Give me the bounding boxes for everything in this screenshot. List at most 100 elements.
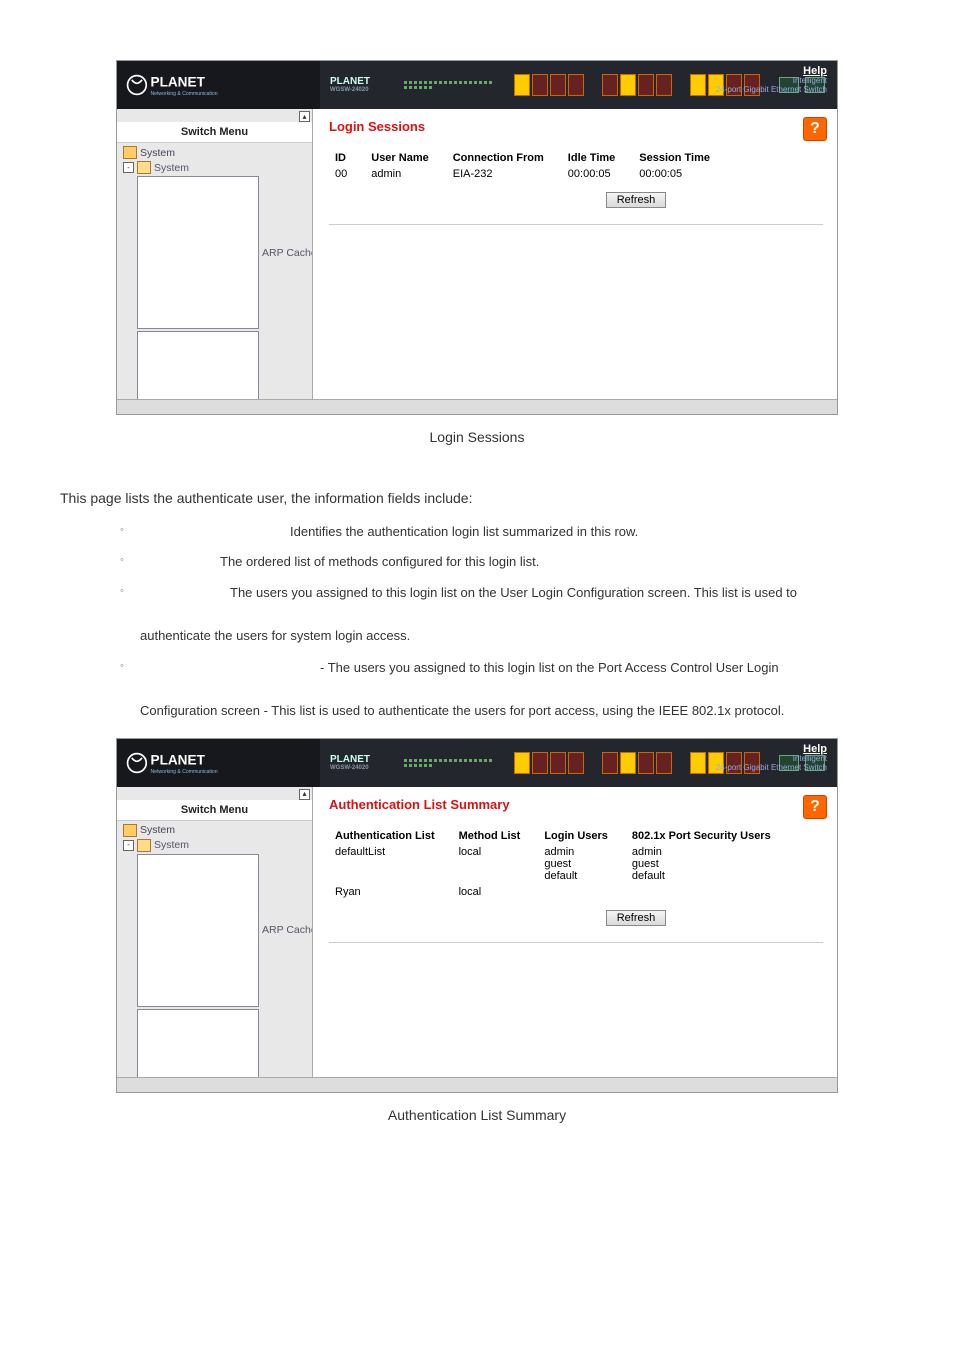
- cell-method: local: [453, 884, 539, 900]
- tree-system-folder[interactable]: -System: [121, 838, 312, 853]
- scroll-up-icon[interactable]: ▴: [299, 111, 310, 122]
- page-icon: [137, 331, 259, 399]
- folder-icon: [123, 824, 137, 837]
- svg-text:Networking & Communication: Networking & Communication: [151, 769, 218, 775]
- logo-area: PLANET Networking & Communication: [117, 739, 320, 787]
- small-brand: PLANET WGSW-24020: [330, 755, 370, 771]
- col-id: ID: [329, 150, 365, 166]
- list-item: - The users you assigned to this login l…: [120, 656, 894, 681]
- list-item: The ordered list of methods configured f…: [120, 550, 894, 575]
- refresh-button[interactable]: Refresh: [606, 910, 667, 926]
- table-row: Ryan local: [329, 884, 789, 900]
- list-continuation-2: Configuration screen - This list is used…: [140, 699, 894, 724]
- navigation-tree-pane: ▴ Switch Menu System -System ARP Cache I…: [117, 787, 313, 1077]
- folder-icon: [123, 146, 137, 159]
- list-continuation: authenticate the users for system login …: [140, 624, 894, 649]
- tree-system-folder[interactable]: -System: [121, 160, 312, 175]
- small-brand-model: WGSW-24020: [330, 765, 370, 771]
- list-item: The users you assigned to this login lis…: [120, 581, 894, 606]
- refresh-button[interactable]: Refresh: [606, 192, 667, 208]
- top-header-bar: PLANET Networking & Communication PLANET…: [117, 61, 837, 109]
- figure-caption-1: Login Sessions: [60, 429, 894, 445]
- cell-8021x-users: admin guest default: [626, 844, 789, 884]
- cell-conn: EIA-232: [447, 166, 562, 182]
- page-title: Login Sessions: [329, 119, 823, 134]
- list-item: Identifies the authentication login list…: [120, 520, 894, 545]
- horizontal-scrollbar[interactable]: [117, 1077, 837, 1092]
- col-8021x-users: 802.1x Port Security Users: [626, 828, 789, 844]
- intro-paragraph: This page lists the authenticate user, t…: [60, 485, 894, 512]
- figure-caption-2: Authentication List Summary: [60, 1107, 894, 1123]
- table-row: defaultList local admin guest default ad…: [329, 844, 789, 884]
- col-user-name: User Name: [365, 150, 446, 166]
- top-header-bar: PLANET Networking & Communication PLANET…: [117, 739, 837, 787]
- tree-root-system[interactable]: System: [121, 145, 312, 160]
- help-badge-button[interactable]: ?: [803, 117, 827, 141]
- svg-text:PLANET: PLANET: [151, 75, 206, 90]
- header-device-strip: PLANET WGSW-24020 Help Intelligent: [320, 739, 837, 787]
- scroll-up-icon[interactable]: ▴: [299, 789, 310, 800]
- status-led-grid: [404, 81, 494, 89]
- col-method-list: Method List: [453, 828, 539, 844]
- auth-list-summary-table: Authentication List Method List Login Us…: [329, 828, 789, 900]
- cell-user: admin: [365, 166, 446, 182]
- cell-method: local: [453, 844, 539, 884]
- svg-text:PLANET: PLANET: [151, 752, 206, 767]
- cell-login-users: admin guest default: [538, 844, 626, 884]
- small-brand-model: WGSW-24020: [330, 87, 370, 93]
- status-led-grid: [404, 759, 494, 767]
- tree-root-system[interactable]: System: [121, 823, 312, 838]
- planet-logo: PLANET Networking & Communication: [125, 746, 261, 780]
- cell-auth-list: defaultList: [329, 844, 453, 884]
- question-icon: ?: [810, 120, 820, 138]
- col-login-users: Login Users: [538, 828, 626, 844]
- cell-sess: 00:00:05: [633, 166, 728, 182]
- small-brand: PLANET WGSW-24020: [330, 77, 370, 93]
- tree-item-arp-cache[interactable]: ARP Cache: [135, 175, 312, 330]
- screenshot-login-sessions: PLANET Networking & Communication PLANET…: [116, 60, 838, 415]
- content-pane: ? Authentication List Summary Authentica…: [313, 787, 837, 1077]
- col-auth-list: Authentication List: [329, 828, 453, 844]
- small-brand-main: PLANET: [330, 755, 370, 765]
- help-badge-button[interactable]: ?: [803, 795, 827, 819]
- page-title: Authentication List Summary: [329, 797, 823, 812]
- tree-item-inventory[interactable]: Inventory Information: [135, 1008, 312, 1077]
- cell-auth-list: Ryan: [329, 884, 453, 900]
- col-session-time: Session Time: [633, 150, 728, 166]
- help-link[interactable]: Help: [803, 743, 827, 755]
- content-pane: ? Login Sessions ID User Name Connection…: [313, 109, 837, 399]
- tree-title: Switch Menu: [117, 122, 312, 143]
- field-list-2: - The users you assigned to this login l…: [60, 656, 894, 681]
- tree-item-inventory[interactable]: Inventory Information: [135, 330, 312, 399]
- login-sessions-table: ID User Name Connection From Idle Time S…: [329, 150, 728, 182]
- content-divider: [329, 224, 823, 265]
- small-brand-main: PLANET: [330, 77, 370, 87]
- field-list: Identifies the authentication login list…: [60, 520, 894, 606]
- collapse-icon: -: [123, 840, 134, 851]
- device-model-label: Intelligent 24-port Gigabit Ethernet Swi…: [716, 77, 827, 95]
- planet-logo: PLANET Networking & Communication: [125, 68, 261, 102]
- tree-item-arp-cache[interactable]: ARP Cache: [135, 853, 312, 1008]
- collapse-icon: -: [123, 162, 134, 173]
- nav-tree: System -System ARP Cache Inventory Infor…: [117, 143, 312, 399]
- screenshot-auth-list-summary: PLANET Networking & Communication PLANET…: [116, 738, 838, 1093]
- folder-open-icon: [137, 839, 151, 852]
- col-connection-from: Connection From: [447, 150, 562, 166]
- logo-area: PLANET Networking & Communication: [117, 61, 320, 109]
- tree-title: Switch Menu: [117, 800, 312, 821]
- header-device-strip: PLANET WGSW-24020 Help Intelligent: [320, 61, 837, 109]
- svg-text:Networking & Communication: Networking & Communication: [151, 91, 218, 97]
- content-divider: [329, 942, 823, 983]
- question-icon: ?: [810, 798, 820, 816]
- horizontal-scrollbar[interactable]: [117, 399, 837, 414]
- page-icon: [137, 1009, 259, 1077]
- device-model-label: Intelligent 24-port Gigabit Ethernet Swi…: [716, 755, 827, 773]
- col-idle-time: Idle Time: [562, 150, 633, 166]
- page-icon: [137, 176, 259, 329]
- navigation-tree-pane: ▴ Switch Menu System -System ARP Cache I…: [117, 109, 313, 399]
- cell-id: 00: [329, 166, 365, 182]
- cell-idle: 00:00:05: [562, 166, 633, 182]
- table-row: 00 admin EIA-232 00:00:05 00:00:05: [329, 166, 728, 182]
- page-icon: [137, 854, 259, 1007]
- folder-open-icon: [137, 161, 151, 174]
